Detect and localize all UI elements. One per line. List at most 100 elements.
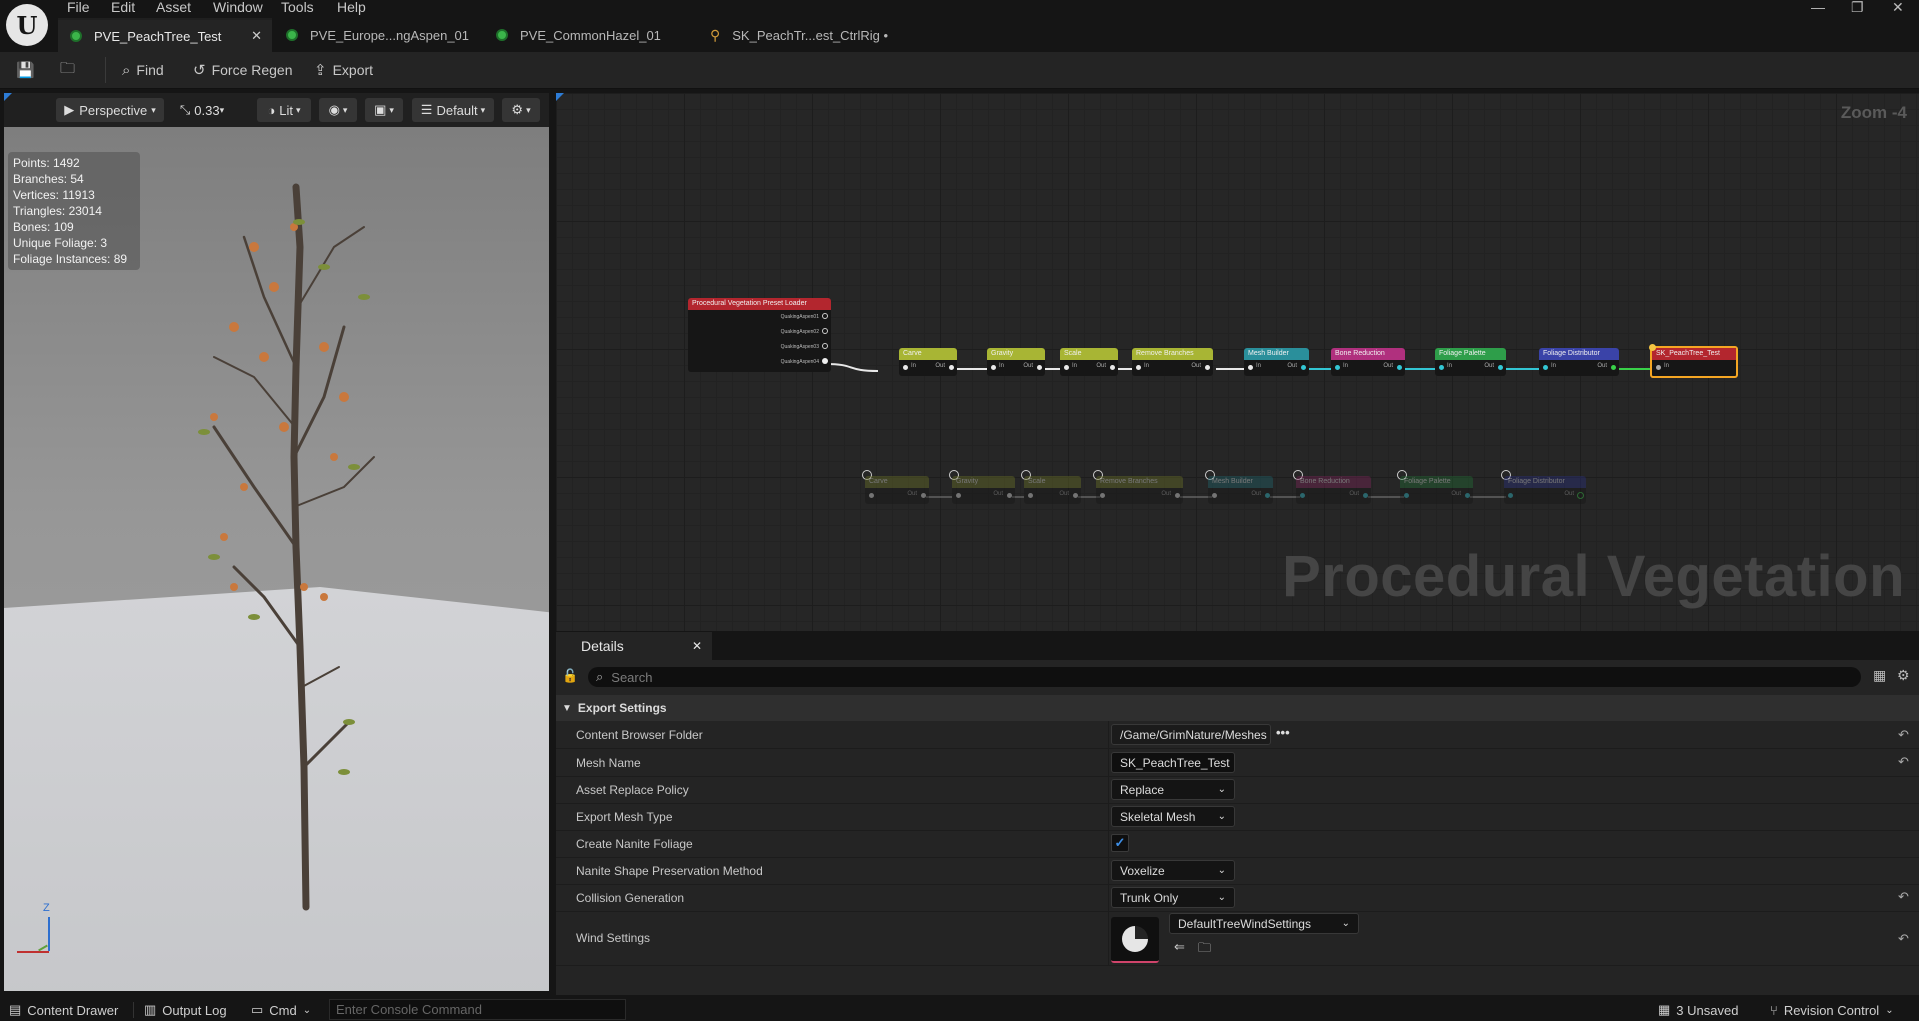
output-pin[interactable] [1175, 493, 1180, 498]
node-foliage-palette-disabled[interactable]: Foliage Palette Out [1400, 476, 1473, 504]
node-foliage-distributor[interactable]: Foliage Distributor In Out [1539, 348, 1619, 376]
menu-window[interactable]: Window [213, 0, 263, 14]
use-selected-asset-icon[interactable]: ⇐ [1174, 939, 1185, 955]
input-pin[interactable] [1212, 493, 1217, 498]
minimize-icon[interactable]: — [1811, 0, 1825, 14]
close-window-icon[interactable]: ✕ [1892, 0, 1904, 14]
close-tab-icon[interactable]: ✕ [692, 639, 702, 653]
wind-settings-dropdown[interactable]: DefaultTreeWindSettings ⌄ [1169, 913, 1359, 934]
unreal-logo-icon[interactable]: U [6, 4, 48, 46]
node-gravity-disabled[interactable]: Gravity Out [952, 476, 1015, 504]
input-pin[interactable] [1404, 493, 1409, 498]
output-pin[interactable] [1037, 365, 1042, 370]
input-pin[interactable] [1543, 365, 1548, 370]
wind-asset-thumbnail[interactable] [1111, 917, 1159, 963]
input-pin[interactable] [869, 493, 874, 498]
output-pin[interactable] [1397, 365, 1402, 370]
asset-replace-policy-dropdown[interactable]: Replace ⌄ [1111, 779, 1235, 800]
menu-asset[interactable]: Asset [156, 0, 191, 14]
node-scale-disabled[interactable]: Scale Out [1024, 476, 1081, 504]
output-pin[interactable] [1007, 493, 1012, 498]
create-nanite-foliage-checkbox[interactable]: ✓ [1111, 834, 1129, 852]
node-mesh-builder[interactable]: Mesh Builder In Out [1244, 348, 1309, 376]
save-button[interactable]: 💾 [16, 60, 41, 80]
viewport-3d[interactable]: Points: 1492 Branches: 54 Vertices: 1191… [4, 127, 549, 991]
graph-editor[interactable]: Zoom -4 Procedural Vegetation Procedural… [556, 93, 1919, 631]
show-dropdown[interactable]: ◉ ▾ [319, 98, 357, 122]
details-search-input[interactable]: ⌕ Search [588, 667, 1861, 687]
lit-dropdown[interactable]: ◑ Lit ▾ [257, 98, 311, 122]
reset-to-default-icon[interactable]: ↶ [1898, 931, 1909, 947]
output-pin[interactable] [921, 493, 926, 498]
output-pin[interactable] [1577, 492, 1584, 499]
cmd-dropdown[interactable]: ▭ Cmd ⌄ [251, 1000, 311, 1020]
node-carve-disabled[interactable]: Carve Out [865, 476, 929, 504]
menu-edit[interactable]: Edit [111, 0, 135, 14]
output-pin[interactable] [1110, 365, 1115, 370]
tab-common-hazel[interactable]: PVE_CommonHazel_01 [484, 18, 674, 52]
export-mesh-type-dropdown[interactable]: Skeletal Mesh ⌄ [1111, 806, 1235, 827]
input-pin[interactable] [1656, 365, 1661, 370]
table-view-icon[interactable]: ▦ [1873, 667, 1886, 684]
layout-dropdown[interactable]: ▣ ▾ [365, 98, 403, 122]
node-mesh-builder-disabled[interactable]: Mesh Builder Out [1208, 476, 1273, 504]
output-pin[interactable] [822, 328, 828, 334]
output-pin[interactable] [1205, 365, 1210, 370]
unsaved-button[interactable]: ▦ 3 Unsaved [1658, 1000, 1738, 1020]
mesh-name-input[interactable]: SK_PeachTree_Test [1111, 752, 1235, 773]
output-log-button[interactable]: ▥ Output Log [144, 1000, 227, 1020]
node-carve[interactable]: Carve In Out [899, 348, 957, 376]
output-pin[interactable] [949, 365, 954, 370]
close-tab-icon[interactable]: ✕ [251, 28, 262, 44]
input-pin[interactable] [903, 365, 908, 370]
input-pin[interactable] [991, 365, 996, 370]
section-export-settings[interactable]: ▼ Export Settings [556, 695, 1919, 721]
console-command-input[interactable]: Enter Console Command [329, 999, 626, 1020]
revision-control-button[interactable]: ⑂ Revision Control ⌄ [1770, 1000, 1894, 1020]
menu-help[interactable]: Help [337, 0, 366, 14]
menu-tools[interactable]: Tools [281, 0, 314, 14]
output-pin[interactable] [1498, 365, 1503, 370]
input-pin[interactable] [1508, 493, 1513, 498]
splitter-vertical[interactable] [549, 93, 556, 998]
browse-path-button[interactable]: ••• [1276, 725, 1290, 740]
output-pin[interactable] [1301, 365, 1306, 370]
reset-to-default-icon[interactable]: ↶ [1898, 727, 1909, 743]
node-sk-peachtree-output[interactable]: SK_PeachTree_Test In [1650, 346, 1738, 378]
input-pin[interactable] [1028, 493, 1033, 498]
output-pin[interactable] [1073, 493, 1078, 498]
output-pin[interactable] [822, 358, 828, 364]
output-pin[interactable] [1611, 365, 1616, 370]
find-button[interactable]: ⌕ Find [122, 60, 164, 80]
node-scale[interactable]: Scale In Out [1060, 348, 1118, 376]
output-pin[interactable] [1363, 493, 1368, 498]
reset-to-default-icon[interactable]: ↶ [1898, 889, 1909, 905]
node-bone-reduction-disabled[interactable]: Bone Reduction Out [1296, 476, 1371, 504]
input-pin[interactable] [1300, 493, 1305, 498]
gear-icon[interactable]: ⚙ [1897, 667, 1910, 684]
nanite-shape-dropdown[interactable]: Voxelize ⌄ [1111, 860, 1235, 881]
tab-peachtree-test[interactable]: PVE_PeachTree_Test ✕ [58, 18, 272, 52]
node-foliage-distributor-disabled[interactable]: Foliage Distributor Out [1504, 476, 1586, 504]
browse-asset-icon[interactable]: 🗀 [1198, 939, 1211, 961]
lock-icon[interactable]: 🔓 [562, 668, 578, 684]
viewport-settings-dropdown[interactable]: ⚙ ▾ [502, 98, 540, 122]
content-drawer-button[interactable]: ▤ Content Drawer [9, 1000, 118, 1020]
input-pin[interactable] [1064, 365, 1069, 370]
menu-file[interactable]: File [67, 0, 90, 14]
preset-dropdown[interactable]: ☰ Default ▾ [412, 98, 494, 122]
collision-dropdown[interactable]: Trunk Only ⌄ [1111, 887, 1235, 908]
tab-details[interactable]: Details ✕ [556, 632, 712, 660]
output-pin[interactable] [1465, 493, 1470, 498]
output-pin[interactable] [1265, 493, 1270, 498]
reset-to-default-icon[interactable]: ↶ [1898, 754, 1909, 770]
input-pin[interactable] [1335, 365, 1340, 370]
browse-button[interactable]: 🗀 [60, 60, 81, 80]
node-bone-reduction[interactable]: Bone Reduction In Out [1331, 348, 1405, 376]
node-foliage-palette[interactable]: Foliage Palette In Out [1435, 348, 1506, 376]
input-pin[interactable] [1136, 365, 1141, 370]
restore-icon[interactable]: ❐ [1851, 0, 1864, 14]
input-pin[interactable] [1100, 493, 1105, 498]
node-preset-loader[interactable]: Procedural Vegetation Preset Loader Quak… [688, 298, 831, 372]
tab-european-aspen[interactable]: PVE_Europe...ngAspen_01 [274, 18, 480, 52]
